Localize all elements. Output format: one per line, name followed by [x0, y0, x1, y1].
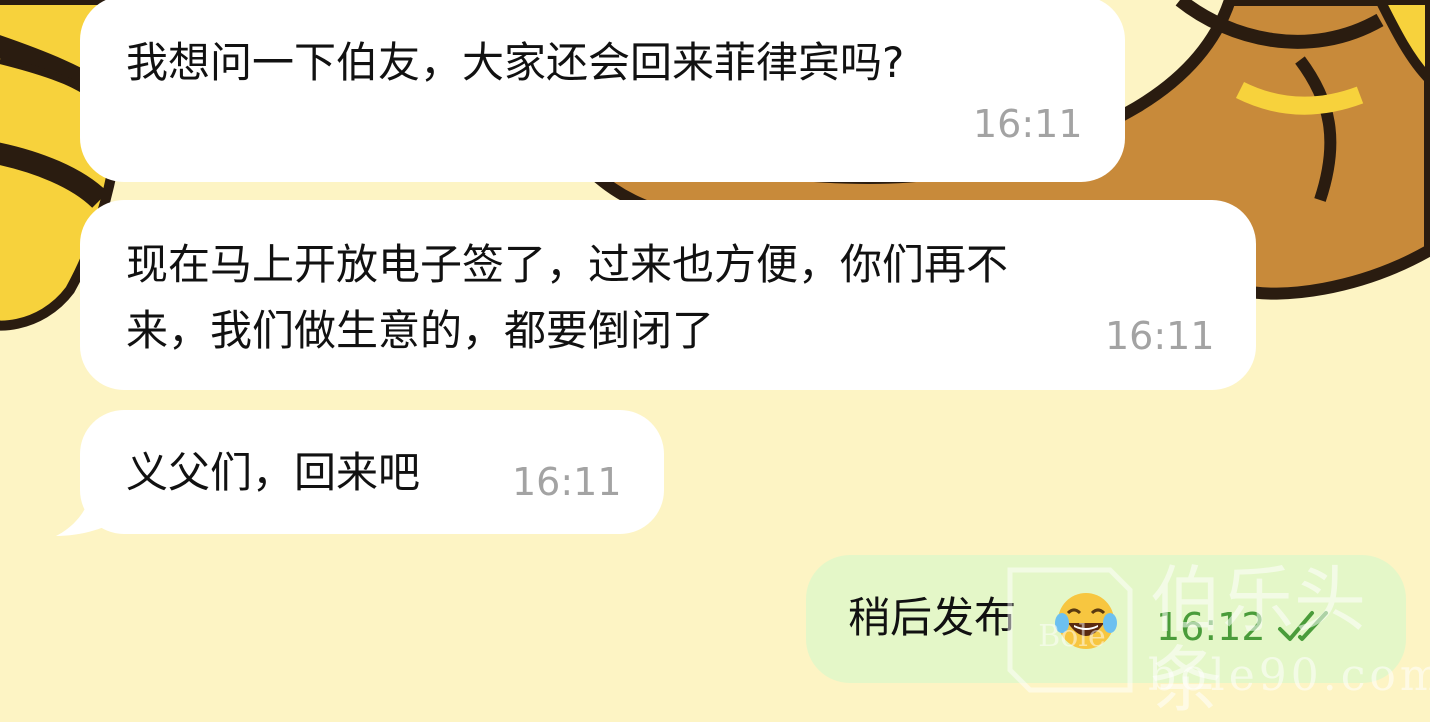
message-bubble-incoming[interactable]: 我想问一下伯友，大家还会回来菲律宾吗? 16:11: [80, 0, 1125, 182]
watermark-url: bole90.com: [1148, 650, 1430, 701]
watermark-logo-text: Bole: [1038, 619, 1105, 654]
message-bubble-incoming[interactable]: 义父们，回来吧 16:11: [80, 410, 664, 534]
message-text: 我想问一下伯友，大家还会回来菲律宾吗?: [126, 38, 905, 87]
watermark-logo-icon: Bole: [1007, 567, 1133, 693]
message-text: 稍后发布: [848, 593, 1017, 642]
message-text: 义父们，回来吧: [126, 448, 421, 497]
message-text-line-1: 现在马上开放电子签了，过来也方便，你们再不: [126, 240, 1009, 289]
message-timestamp: 16:11: [973, 102, 1083, 146]
message-timestamp: 16:11: [512, 460, 622, 504]
message-timestamp: 16:11: [1105, 314, 1215, 358]
message-bubble-incoming[interactable]: 现在马上开放电子签了，过来也方便，你们再不 来，我们做生意的，都要倒闭了 16:…: [80, 200, 1256, 390]
message-text-line-2: 来，我们做生意的，都要倒闭了: [126, 306, 715, 355]
